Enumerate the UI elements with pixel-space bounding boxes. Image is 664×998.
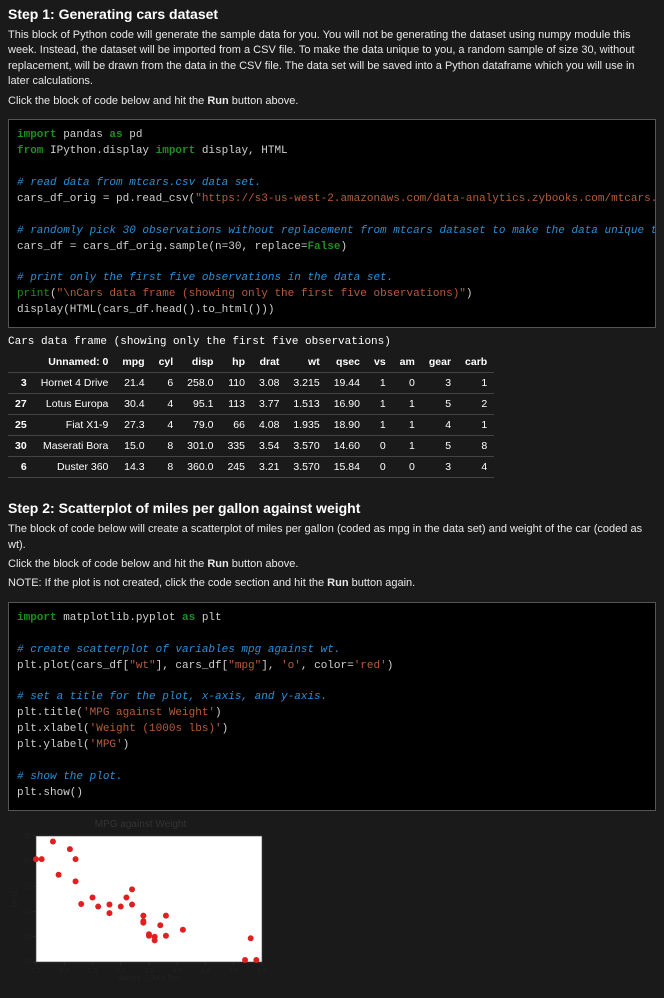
- step1-desc1: This block of Python code will generate …: [0, 26, 664, 92]
- table-row: 6Duster 36014.38360.02453.213.57015.8400…: [8, 457, 494, 478]
- table-header: am: [393, 352, 422, 373]
- svg-text:30: 30: [23, 858, 31, 865]
- run-hint-bold: Run: [207, 95, 228, 107]
- svg-text:25: 25: [23, 883, 31, 890]
- table-header: disp: [180, 352, 220, 373]
- step1-output-caption: Cars data frame (showing only the first …: [8, 336, 656, 348]
- table-row: 27Lotus Europa30.4495.11133.771.51316.90…: [8, 394, 494, 415]
- step1-desc2: Click the block of code below and hit th…: [0, 92, 664, 111]
- svg-text:4.5: 4.5: [201, 968, 211, 975]
- step1-title: Step 1: Generating cars dataset: [0, 0, 664, 26]
- note-post: button again.: [349, 577, 416, 589]
- table-header: hp: [220, 352, 252, 373]
- step1-dataframe-table: Unnamed: 0mpgcyldisphpdratwtqsecvsamgear…: [8, 352, 494, 478]
- step2-desc1: The block of code below will create a sc…: [0, 520, 664, 555]
- table-header: vs: [367, 352, 393, 373]
- step2-section: Step 2: Scatterplot of miles per gallon …: [0, 494, 664, 982]
- step2-desc3: NOTE: If the plot is not created, click …: [0, 574, 664, 593]
- svg-text:2.0: 2.0: [59, 968, 69, 975]
- table-row: 30Maserati Bora15.08301.03353.543.57014.…: [8, 436, 494, 457]
- table-header: carb: [458, 352, 494, 373]
- svg-text:10: 10: [23, 959, 31, 966]
- step1-section: Step 1: Generating cars dataset This blo…: [0, 0, 664, 478]
- step2-code-block[interactable]: import matplotlib.pyplot as plt # create…: [8, 602, 656, 811]
- table-header: cyl: [152, 352, 181, 373]
- scatter-plot: 1.52.02.53.03.54.04.55.05.5101520253035W…: [8, 832, 268, 982]
- svg-text:Weight (1000s lbs): Weight (1000s lbs): [118, 973, 181, 982]
- svg-text:5.5: 5.5: [257, 968, 267, 975]
- chart-title: MPG against Weight: [8, 819, 273, 830]
- run-hint-post: button above.: [229, 95, 299, 107]
- table-header: drat: [252, 352, 286, 373]
- svg-text:15: 15: [23, 934, 31, 941]
- note-pre: NOTE: If the plot is not created, click …: [8, 577, 327, 589]
- table-header: gear: [422, 352, 458, 373]
- svg-text:MPG: MPG: [10, 890, 19, 907]
- chart-container: MPG against Weight 1.52.02.53.03.54.04.5…: [8, 819, 273, 982]
- svg-text:2.5: 2.5: [88, 968, 98, 975]
- svg-text:1.5: 1.5: [31, 968, 41, 975]
- svg-text:5.0: 5.0: [229, 968, 239, 975]
- table-header: qsec: [327, 352, 367, 373]
- step1-code-block[interactable]: import pandas as pd from IPython.display…: [8, 119, 656, 328]
- note-bold: Run: [327, 577, 348, 589]
- table-header: Unnamed: 0: [34, 352, 116, 373]
- run-hint-pre: Click the block of code below and hit th…: [8, 95, 207, 107]
- table-header: [8, 352, 34, 373]
- step2-title: Step 2: Scatterplot of miles per gallon …: [0, 494, 664, 520]
- svg-text:20: 20: [23, 909, 31, 916]
- run-hint2-pre: Click the block of code below and hit th…: [8, 558, 207, 570]
- run-hint2-bold: Run: [207, 558, 228, 570]
- table-row: 3Hornet 4 Drive21.46258.01103.083.21519.…: [8, 373, 494, 394]
- run-hint2-post: button above.: [229, 558, 299, 570]
- step2-desc2: Click the block of code below and hit th…: [0, 555, 664, 574]
- table-header: mpg: [115, 352, 151, 373]
- svg-text:35: 35: [23, 833, 31, 840]
- table-header: wt: [286, 352, 326, 373]
- table-row: 25Fiat X1-927.3479.0664.081.93518.901141: [8, 415, 494, 436]
